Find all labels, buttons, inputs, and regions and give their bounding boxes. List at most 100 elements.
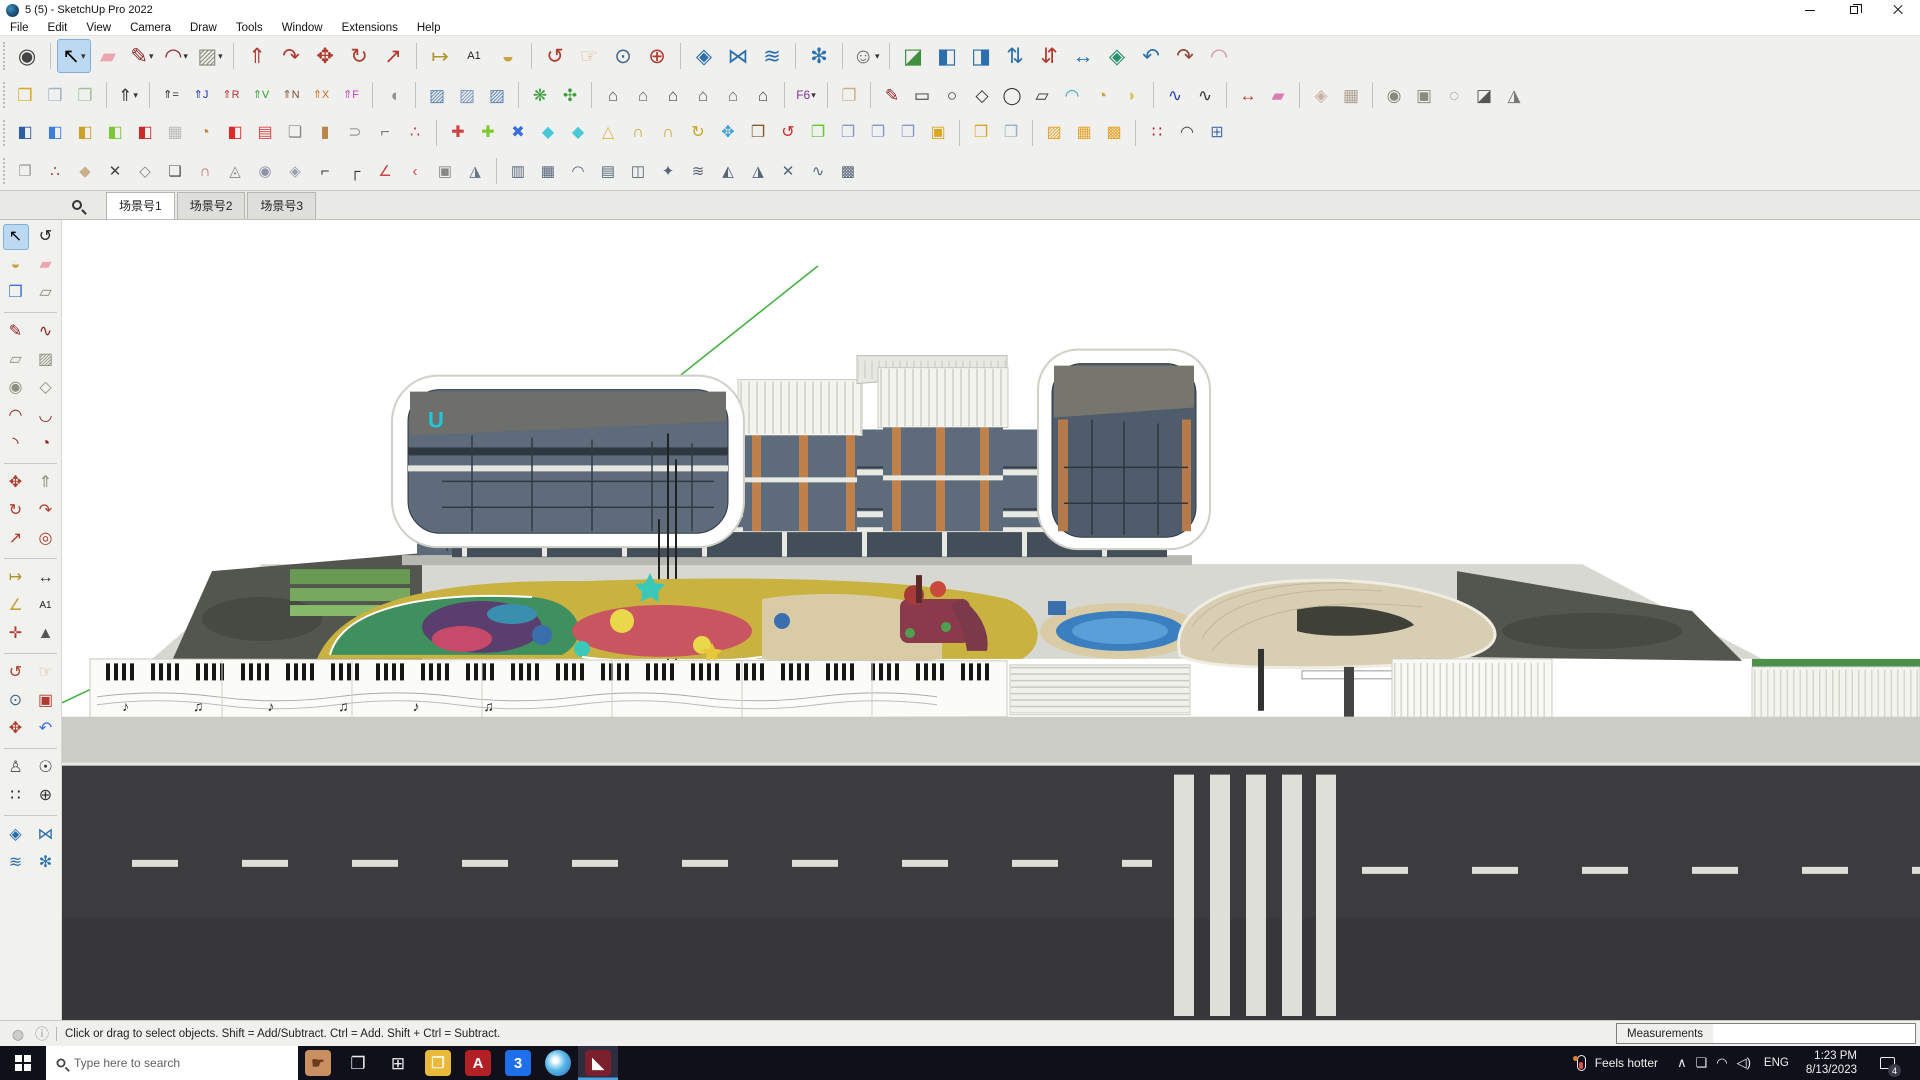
position-camera-icon[interactable]: ♙ — [3, 755, 29, 781]
scene-tab[interactable]: 场景号1 — [106, 192, 175, 219]
three-d-text-icon[interactable]: ▲ — [33, 621, 59, 647]
wood-block-icon[interactable]: ▮ — [310, 118, 340, 148]
dropdown-arrow-icon[interactable]: ▾ — [133, 90, 138, 101]
solid-union-icon[interactable]: ❒ — [10, 80, 40, 110]
rectangle-icon[interactable]: ▱ — [3, 347, 29, 373]
tape-measure-icon[interactable]: ↦ — [3, 565, 29, 591]
cross-blue-icon[interactable]: ✖ — [503, 118, 533, 148]
pipe-joint-icon[interactable]: ⊃ — [340, 118, 370, 148]
gold-panel-icon[interactable]: ▣ — [923, 118, 953, 148]
two-point-arc-icon[interactable]: ◡ — [33, 403, 59, 429]
turn-compass-icon[interactable]: ⊕ — [33, 783, 59, 809]
start-button[interactable] — [0, 1046, 46, 1080]
menu-tools[interactable]: Tools — [236, 22, 263, 34]
waterdrop-icon[interactable]: ◆ — [533, 118, 563, 148]
walk-icon[interactable]: ∷ — [3, 783, 29, 809]
hoop-cut-icon[interactable]: ∩ — [653, 118, 683, 148]
component-icon[interactable]: ❒ — [3, 280, 29, 306]
roof-hip-icon[interactable]: ⌂ — [748, 80, 778, 110]
text-icon[interactable]: A1 — [457, 39, 491, 73]
dropdown-arrow-icon[interactable]: ▾ — [81, 51, 86, 62]
scale-icon[interactable]: ↗ — [376, 39, 410, 73]
push-pull-icon[interactable]: ⇑ — [240, 39, 274, 73]
taper-box-icon[interactable]: ◬ — [220, 156, 250, 186]
roof-flat-icon[interactable]: ⌂ — [688, 80, 718, 110]
green-boxes-icon[interactable]: ❐ — [803, 118, 833, 148]
tos-circle-icon[interactable]: ○ — [937, 80, 967, 110]
look-around-icon[interactable]: ☉ — [33, 755, 59, 781]
lasso-select-icon[interactable]: ↺ — [33, 224, 59, 250]
drop-to-face-icon[interactable]: ◪ — [896, 39, 930, 73]
menu-file[interactable]: File — [10, 22, 29, 34]
instant-wall-icon[interactable]: ⌂ — [628, 80, 658, 110]
dropdown-arrow-icon[interactable]: ▾ — [218, 51, 223, 62]
spark-point-icon[interactable]: ✦ — [653, 156, 683, 186]
tri-right-icon[interactable]: ◮ — [743, 156, 773, 186]
sandbox-drape-icon[interactable]: ◌ — [1439, 80, 1469, 110]
tri-left-icon[interactable]: ◭ — [713, 156, 743, 186]
cone-tool-icon[interactable]: △ — [593, 118, 623, 148]
mirror-settings-icon[interactable]: ✻ — [802, 39, 836, 73]
tile-blue-icon[interactable]: ◧ — [40, 118, 70, 148]
fredo6-menu-icon[interactable]: F6 ▾ — [791, 80, 821, 110]
surface-sketch-icon[interactable]: ❐ — [10, 156, 40, 186]
arc-icon[interactable]: ◠ ▾ — [159, 39, 193, 73]
rotate-icon[interactable]: ↻ — [342, 39, 376, 73]
terrain-mesh-icon[interactable]: ✣ — [555, 80, 585, 110]
measurements-input[interactable] — [1713, 1024, 1915, 1043]
sandbox-flip-edge-icon[interactable]: ◮ — [1499, 80, 1529, 110]
app-grid-icon[interactable]: ⊞ — [378, 1046, 418, 1080]
rotate-icon[interactable]: ↻ — [3, 498, 29, 524]
search-icon[interactable] — [72, 197, 88, 213]
zoom-window-icon[interactable]: ▣ — [33, 688, 59, 714]
sandbox-smoove-icon[interactable]: ◉ — [1379, 80, 1409, 110]
sandbox-add-detail-icon[interactable]: ◪ — [1469, 80, 1499, 110]
tile-white-icon[interactable]: ▦ — [160, 118, 190, 148]
cross-green-icon[interactable]: ✚ — [473, 118, 503, 148]
file-explorer-icon[interactable]: ❒ — [418, 1046, 458, 1080]
curic-stack-icon[interactable]: ≋ — [3, 850, 29, 876]
window-split-icon[interactable]: ◫ — [623, 156, 653, 186]
flag-tool-icon[interactable]: ❏ — [280, 118, 310, 148]
terrain-contours-icon[interactable]: ❋ — [525, 80, 555, 110]
zoom-selection-icon[interactable]: ◉ — [10, 39, 44, 73]
circle-icon[interactable]: ◉ — [3, 375, 29, 401]
pan-icon[interactable]: ☞ — [572, 39, 606, 73]
menu-edit[interactable]: Edit — [48, 22, 68, 34]
scene-tab[interactable]: 场景号2 — [176, 192, 246, 219]
tos-arc-icon[interactable]: ◠ — [1057, 80, 1087, 110]
curve-points-icon[interactable]: ∴ — [40, 156, 70, 186]
paint-bucket-icon[interactable]: ◒ — [3, 252, 29, 278]
paint-bucket-icon[interactable]: ◒ — [491, 39, 525, 73]
cube-wireframe-icon[interactable]: ❐ — [996, 118, 1026, 148]
move-blue-icon[interactable]: ✥ — [713, 118, 743, 148]
scale-icon[interactable]: ↗ — [3, 526, 29, 552]
scene-tab[interactable]: 场景号3 — [247, 192, 317, 219]
pan-icon[interactable]: ☞ — [33, 660, 59, 686]
orbit-icon[interactable]: ↺ — [3, 660, 29, 686]
curic-deep-select-icon[interactable]: ◈ — [3, 822, 29, 848]
app-3-icon[interactable]: 3 — [498, 1046, 538, 1080]
instant-roof-icon[interactable]: ⌂ — [598, 80, 628, 110]
dropdown-arrow-icon[interactable]: ▾ — [811, 90, 816, 101]
solid-subtract-icon[interactable]: ❒ — [40, 80, 70, 110]
jpp-joint-icon[interactable]: ⇑J — [186, 80, 216, 110]
move-up-down-icon[interactable]: ⇅ — [998, 39, 1032, 73]
tos-line-icon[interactable]: ✎ — [877, 80, 907, 110]
corner-fillet-icon[interactable]: ┌ — [340, 156, 370, 186]
swirl-tool-icon[interactable]: ◔ — [190, 118, 220, 148]
select-icon[interactable]: ↖ ▾ — [57, 39, 91, 73]
dropdown-arrow-icon[interactable]: ▾ — [149, 51, 154, 62]
follow-me-icon[interactable]: ↷ — [274, 39, 308, 73]
hatch-grid-icon[interactable]: ▩ — [1099, 118, 1129, 148]
jpp-extrude-icon[interactable]: ⇑X — [306, 80, 336, 110]
material-book-icon[interactable]: ❐ — [834, 80, 864, 110]
jpp-round-icon[interactable]: ⇑R — [216, 80, 246, 110]
tape-measure-icon[interactable]: ↦ — [423, 39, 457, 73]
bend-back-icon[interactable]: ↶ — [1134, 39, 1168, 73]
curve-offset-icon[interactable]: ‹ — [400, 156, 430, 186]
grid-mesh-icon[interactable]: ▦ — [533, 156, 563, 186]
restore-button[interactable] — [1832, 0, 1876, 20]
tile-red-icon[interactable]: ◧ — [130, 118, 160, 148]
move-icon[interactable]: ✥ — [308, 39, 342, 73]
